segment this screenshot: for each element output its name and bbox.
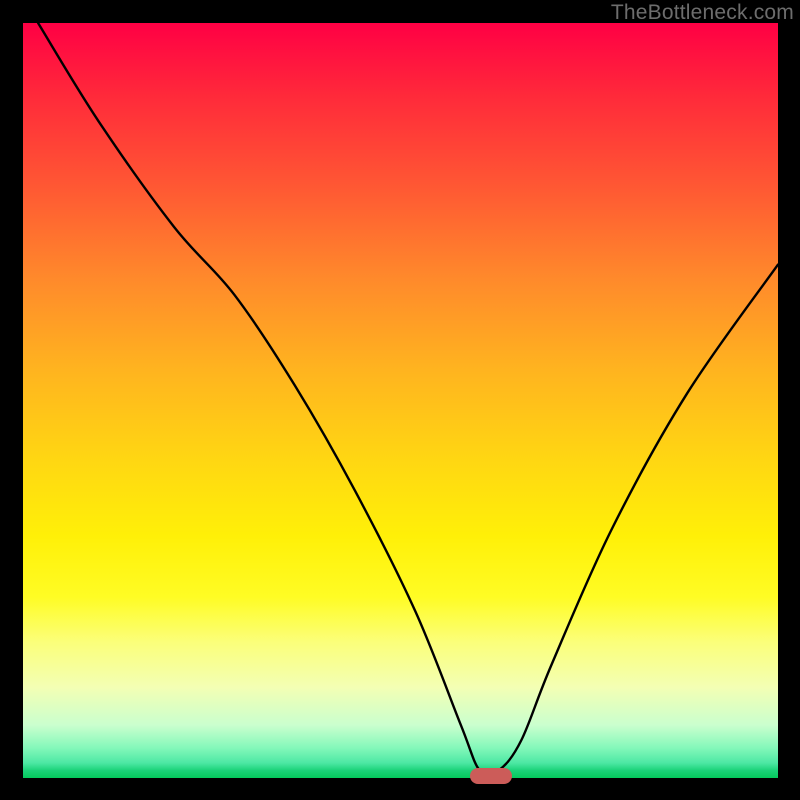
bottleneck-curve [23, 23, 778, 778]
minimum-marker [470, 768, 512, 784]
watermark-text: TheBottleneck.com [611, 1, 794, 25]
curve-path [38, 23, 778, 775]
plot-area [23, 23, 778, 778]
chart-frame: TheBottleneck.com [0, 0, 800, 800]
